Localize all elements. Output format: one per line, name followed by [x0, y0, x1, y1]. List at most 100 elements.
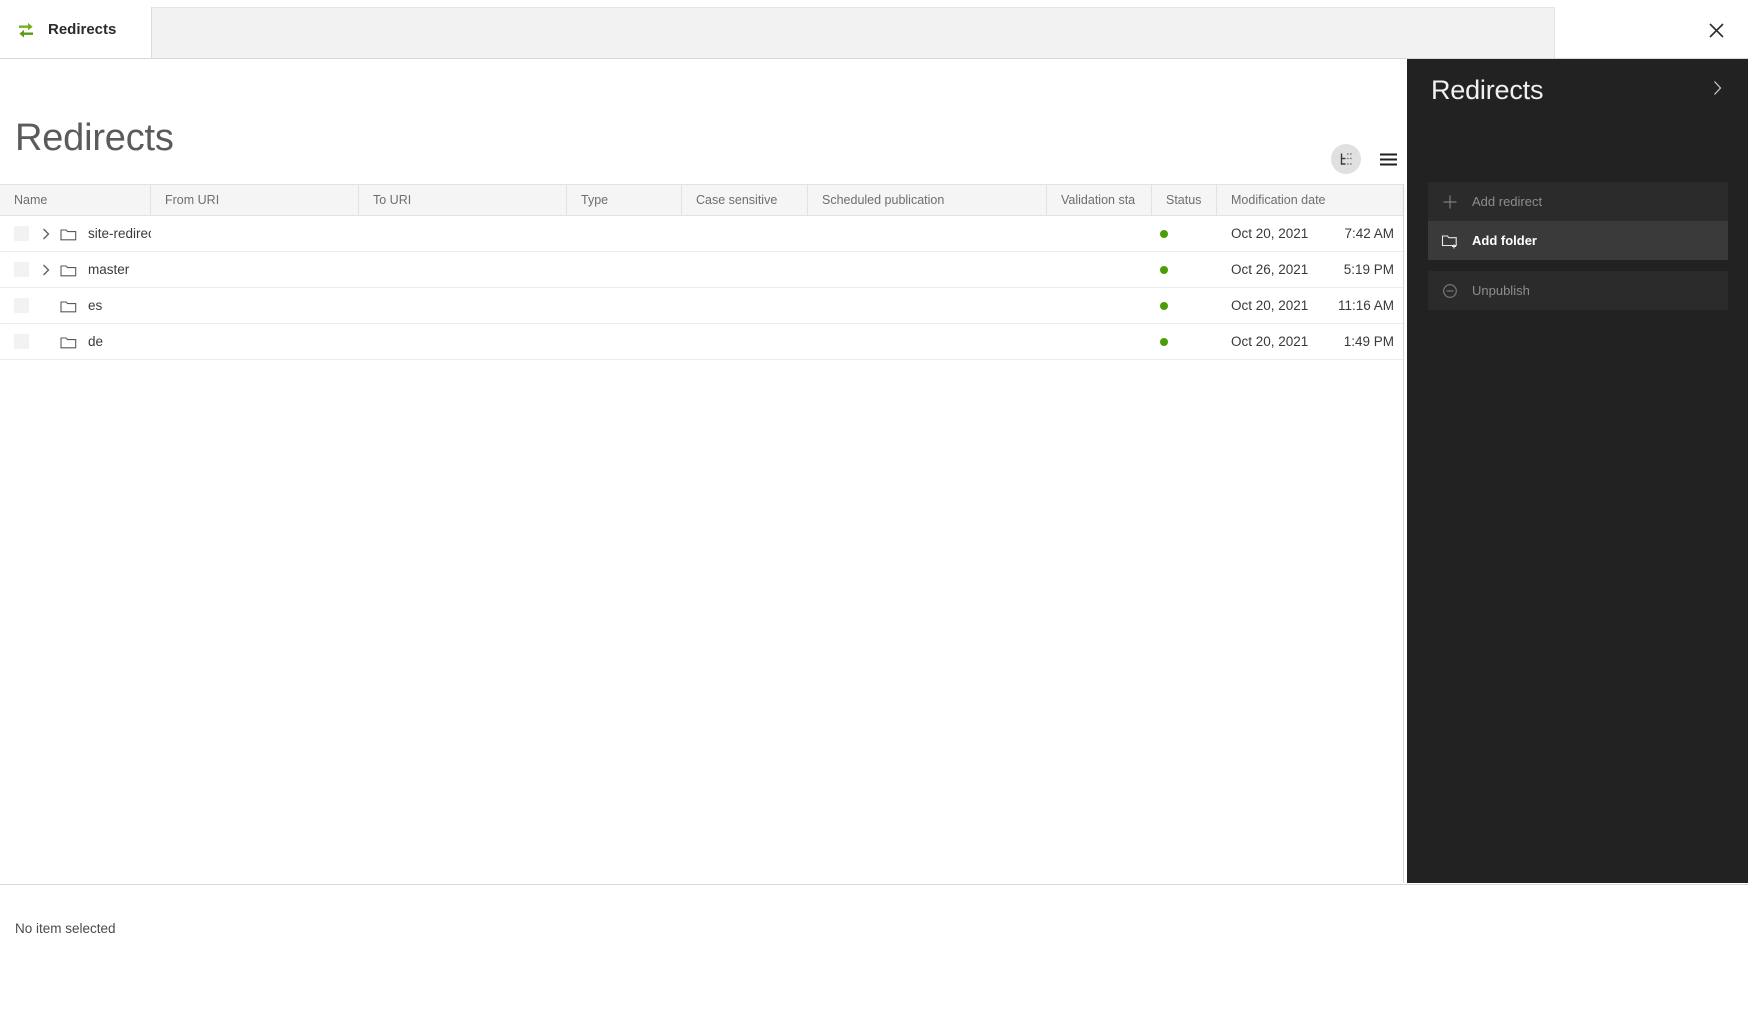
cell-name[interactable]: site-redirects [0, 216, 151, 252]
page-title: Redirects [15, 117, 174, 159]
table-row[interactable]: es Oct 20, 2021 11:16 AM [0, 288, 1403, 324]
cell-to-uri [359, 324, 567, 360]
cell-scheduled-publication [808, 324, 1047, 360]
row-checkbox[interactable] [14, 334, 29, 349]
cell-type [567, 324, 682, 360]
cell-modification-date: Oct 20, 2021 [1231, 226, 1309, 241]
circle-minus-icon [1428, 283, 1472, 299]
column-header-modification-date[interactable]: Modification date [1217, 185, 1403, 215]
cell-modification-date: Oct 20, 2021 [1231, 334, 1309, 349]
cell-name[interactable]: de [0, 324, 151, 360]
cell-case-sensitive [682, 216, 808, 252]
cell-scheduled-publication [808, 252, 1047, 288]
cell-status [1152, 216, 1217, 252]
status-badge [1160, 301, 1168, 310]
cell-to-uri [359, 252, 567, 288]
cell-status [1152, 324, 1217, 360]
folder-icon [59, 324, 77, 360]
folder-plus-icon [1428, 233, 1472, 249]
no-item-selected-label: No item selected [15, 921, 116, 936]
row-name-label: master [88, 262, 130, 277]
unpublish-button[interactable]: Unpublish [1428, 271, 1728, 310]
cell-type [567, 252, 682, 288]
tab-label: Redirects [48, 20, 117, 38]
hamburger-list-icon[interactable] [1373, 144, 1403, 174]
cell-to-uri [359, 288, 567, 324]
table-body: site-redirects Oct 20, 2021 7:42 AM [0, 216, 1403, 360]
cell-scheduled-publication [808, 288, 1047, 324]
cell-status [1152, 288, 1217, 324]
tab-bar: Redirects [0, 0, 1748, 59]
status-badge [1160, 229, 1168, 238]
column-header-to-uri[interactable]: To URI [359, 185, 567, 215]
cell-case-sensitive [682, 324, 808, 360]
cell-modification-date: Oct 20, 2021 [1231, 298, 1309, 313]
table-row[interactable]: site-redirects Oct 20, 2021 7:42 AM [0, 216, 1403, 252]
column-header-from-uri[interactable]: From URI [151, 185, 359, 215]
cell-name[interactable]: master [0, 252, 151, 288]
cell-case-sensitive [682, 252, 808, 288]
cell-from-uri [151, 252, 359, 288]
table-header-row: Name From URI To URI Type Case sensitive… [0, 184, 1403, 216]
cell-validation-status [1047, 288, 1152, 324]
cell-modification-time: 1:49 PM [1343, 334, 1394, 349]
add-folder-button[interactable]: Add folder [1428, 221, 1728, 260]
side-panel-actions: Add redirect Add folder Unpublish [1428, 182, 1728, 310]
cell-validation-status [1047, 252, 1152, 288]
row-name-label: es [88, 298, 103, 313]
chevron-right-icon[interactable] [39, 216, 53, 252]
cell-validation-status [1047, 216, 1152, 252]
tree-hierarchy-icon[interactable] [1331, 144, 1361, 174]
row-checkbox[interactable] [14, 298, 29, 313]
folder-icon [59, 216, 77, 252]
status-badge [1160, 337, 1168, 346]
redirects-side-panel: Redirects Add redirect Add folder Unpubl… [1407, 59, 1748, 883]
cell-from-uri [151, 324, 359, 360]
status-badge [1160, 265, 1168, 274]
cell-modification-time: 7:42 AM [1344, 226, 1394, 241]
cell-status [1152, 252, 1217, 288]
table-toolbar [1331, 144, 1403, 174]
cell-modification-date: Oct 26, 2021 [1231, 262, 1309, 277]
column-header-name[interactable]: Name [0, 185, 151, 215]
row-checkbox[interactable] [14, 262, 29, 277]
plus-icon [1428, 194, 1472, 210]
cell-validation-status [1047, 324, 1152, 360]
column-header-type[interactable]: Type [567, 185, 682, 215]
tab-redirects[interactable]: Redirects [0, 0, 151, 58]
folder-icon [59, 252, 77, 288]
cell-to-uri [359, 216, 567, 252]
table-row[interactable]: de Oct 20, 2021 1:49 PM [0, 324, 1403, 360]
add-folder-label: Add folder [1472, 233, 1537, 248]
row-name-label: de [88, 334, 104, 349]
cell-from-uri [151, 216, 359, 252]
cell-scheduled-publication [808, 216, 1047, 252]
unpublish-label: Unpublish [1472, 283, 1530, 298]
close-icon[interactable] [1698, 12, 1734, 48]
column-header-validation-status[interactable]: Validation sta [1047, 185, 1152, 215]
redirect-arrows-icon [16, 19, 36, 39]
cell-from-uri [151, 288, 359, 324]
cell-name[interactable]: es [0, 288, 151, 324]
tab-strip-empty-area [151, 7, 1555, 58]
detail-pane: No item selected [0, 884, 1748, 1024]
cell-type [567, 288, 682, 324]
redirects-table: Name From URI To URI Type Case sensitive… [0, 184, 1404, 883]
row-name-label: site-redirects [88, 226, 151, 241]
add-redirect-label: Add redirect [1472, 194, 1543, 209]
side-panel-header: Redirects [1407, 59, 1748, 121]
cell-type [567, 216, 682, 252]
cell-case-sensitive [682, 288, 808, 324]
chevron-right-icon[interactable] [1702, 73, 1732, 103]
column-header-status[interactable]: Status [1152, 185, 1217, 215]
column-header-case-sensitive[interactable]: Case sensitive [682, 185, 808, 215]
table-row[interactable]: master Oct 26, 2021 5:19 PM [0, 252, 1403, 288]
cell-modification-time: 11:16 AM [1337, 298, 1394, 313]
side-panel-title: Redirects [1431, 74, 1544, 105]
add-redirect-button[interactable]: Add redirect [1428, 182, 1728, 221]
column-header-scheduled-publication[interactable]: Scheduled publication [808, 185, 1047, 215]
folder-icon [59, 288, 77, 324]
cell-modification-time: 5:19 PM [1343, 262, 1394, 277]
row-checkbox[interactable] [14, 226, 29, 241]
chevron-right-icon[interactable] [39, 252, 53, 288]
